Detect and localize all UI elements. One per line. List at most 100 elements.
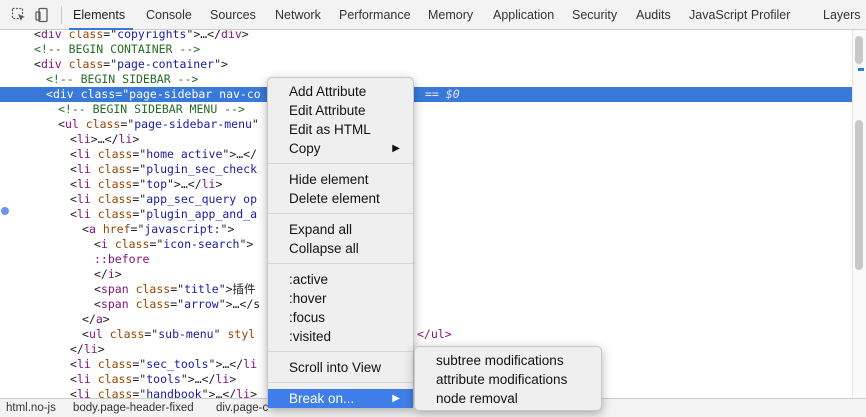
tree-row[interactable]: <i class="icon-search"> — [0, 237, 852, 252]
tab-sources[interactable]: Sources — [210, 0, 256, 30]
markup-punctuation — [91, 207, 98, 221]
tab-javascript-profiler[interactable]: JavaScript Profiler — [689, 0, 790, 30]
attribute-name: class — [97, 207, 133, 221]
attribute-name: class — [135, 297, 171, 311]
tab-elements[interactable]: Elements — [69, 0, 134, 30]
menu-item-break-on[interactable]: Break on... ▶ — [268, 389, 413, 408]
tree-row[interactable]: <ul class="sub-menu" styl </ul> — [0, 327, 852, 342]
tag-name: li — [76, 207, 91, 221]
scrollbar-thumb-lower[interactable] — [855, 120, 863, 270]
submenu-item-node-removal[interactable]: node removal — [415, 389, 601, 408]
tree-row[interactable]: <li class="home active">…</ — [0, 147, 852, 162]
tab-network[interactable]: Network — [275, 0, 321, 30]
tab-audits[interactable]: Audits — [636, 0, 671, 30]
tree-row[interactable]: </a> — [0, 312, 852, 327]
attribute-name: class — [97, 387, 133, 398]
pseudo-element: ::before — [94, 252, 150, 266]
markup-punctuation: "> — [220, 222, 235, 236]
markup-punctuation — [96, 222, 103, 236]
breadcrumb-item[interactable]: div.page-c — [210, 399, 274, 417]
markup-punctuation — [129, 282, 136, 296]
markup-punctuation: >…</ — [90, 132, 119, 146]
attribute-name: href — [102, 222, 131, 236]
attribute-value: copyrights — [117, 30, 187, 41]
markup-punctuation: =" — [103, 57, 118, 71]
breakpoint-dot-icon — [1, 207, 9, 215]
menu-item-hide-element[interactable]: Hide element — [268, 170, 413, 189]
menu-item-label: subtree modifications — [436, 353, 564, 368]
markup-punctuation: </ — [94, 267, 108, 281]
tree-row[interactable]: <li>…</li> — [0, 132, 852, 147]
tab-application[interactable]: Application — [493, 0, 554, 30]
inspect-element-icon[interactable] — [11, 7, 27, 23]
tree-row[interactable]: <span class="arrow">…</s — [0, 297, 852, 312]
menu-item-scroll-into-view[interactable]: Scroll into View — [268, 358, 413, 377]
tab-layers[interactable]: Layers — [823, 0, 861, 30]
tree-row[interactable]: <li class="plugin_app_and_a — [0, 207, 852, 222]
selected-tree-row[interactable]: <div class="page-sidebar nav-co == $0 — [0, 87, 852, 102]
attribute-name: class — [97, 162, 133, 176]
tab-console[interactable]: Console — [146, 0, 192, 30]
scrollbar-thumb[interactable] — [855, 36, 863, 64]
console-ref-label: == $0 — [425, 87, 460, 101]
submenu-arrow-icon: ▶ — [392, 143, 400, 154]
menu-item-edit-as-html[interactable]: Edit as HTML — [268, 120, 413, 139]
tree-row[interactable]: <!-- BEGIN SIDEBAR MENU --> — [0, 102, 852, 117]
menu-item-visited[interactable]: :visited — [268, 327, 413, 346]
tree-row[interactable]: <ul class="page-sidebar-menu" — [0, 117, 852, 132]
elements-tree[interactable]: <div class="copyrights">…</div> <!-- BEGI… — [0, 30, 852, 398]
attribute-name: class — [85, 117, 121, 131]
tree-row[interactable]: <div class="copyrights">…</div> — [0, 30, 852, 42]
tab-performance[interactable]: Performance — [339, 0, 411, 30]
tree-row[interactable]: <div class="page-container"> — [0, 57, 852, 72]
markup-punctuation: =" — [132, 147, 147, 161]
tag-name: i — [100, 237, 108, 251]
markup-punctuation: =" — [130, 222, 145, 236]
submenu-item-subtree-modifications[interactable]: subtree modifications — [415, 351, 601, 370]
menu-item-delete-element[interactable]: Delete element — [268, 189, 413, 208]
markup-punctuation: < — [34, 30, 41, 41]
markup-punctuation — [108, 237, 115, 251]
menu-item-focus[interactable]: :focus — [268, 308, 413, 327]
markup-punctuation: > — [250, 387, 258, 398]
tag-name: li — [215, 372, 230, 386]
breadcrumb-item[interactable]: html.no-js — [0, 399, 62, 417]
markup-punctuation: > — [102, 312, 110, 326]
tree-row[interactable]: </i> — [0, 267, 852, 282]
menu-item-active[interactable]: :active — [268, 270, 413, 289]
tree-row[interactable]: <!-- BEGIN CONTAINER --> — [0, 42, 852, 57]
markup-punctuation: ">…</ — [201, 387, 237, 398]
tab-security[interactable]: Security — [572, 0, 617, 30]
tab-memory[interactable]: Memory — [428, 0, 473, 30]
menu-item-collapse-all[interactable]: Collapse all — [268, 239, 413, 258]
markup-punctuation: =" — [132, 207, 147, 221]
menu-item-copy[interactable]: Copy ▶ — [268, 139, 413, 158]
markup-punctuation: </ — [70, 342, 84, 356]
tag-name: a — [95, 312, 103, 326]
attribute-name: class — [97, 192, 133, 206]
tree-row[interactable]: <!-- BEGIN SIDEBAR --> — [0, 72, 852, 87]
markup-punctuation: =" — [170, 297, 185, 311]
tree-row[interactable]: <span class="title">插件 — [0, 282, 852, 297]
menu-item-expand-all[interactable]: Expand all — [268, 220, 413, 239]
attribute-name: class — [97, 177, 133, 191]
device-toolbar-icon[interactable] — [34, 7, 50, 23]
menu-item-edit-attribute[interactable]: Edit Attribute — [268, 101, 413, 120]
menu-item-hover[interactable]: :hover — [268, 289, 413, 308]
attribute-value: app_sec_query op — [146, 192, 257, 206]
markup-punctuation: < — [70, 357, 77, 371]
markup-punctuation: " — [213, 327, 228, 341]
tree-row[interactable]: <li class="app_sec_query op — [0, 192, 852, 207]
submenu-item-attribute-modifications[interactable]: attribute modifications — [415, 370, 601, 389]
tree-row[interactable]: <a href="javascript:"> — [0, 222, 852, 237]
tree-row[interactable]: <li class="top">…</li> — [0, 177, 852, 192]
breadcrumb-item[interactable]: body.page-header-fixed — [67, 399, 200, 417]
markup-punctuation: =" — [132, 387, 147, 398]
attribute-value: page-sidebar nav-co — [129, 87, 261, 101]
markup-punctuation: < — [70, 372, 77, 386]
menu-item-add-attribute[interactable]: Add Attribute — [268, 82, 413, 101]
menu-item-label: :hover — [289, 291, 327, 306]
tree-row[interactable]: ::before — [0, 252, 852, 267]
tree-row[interactable]: <li class="plugin_sec_check — [0, 162, 852, 177]
markup-punctuation: ">插件 — [218, 282, 256, 296]
